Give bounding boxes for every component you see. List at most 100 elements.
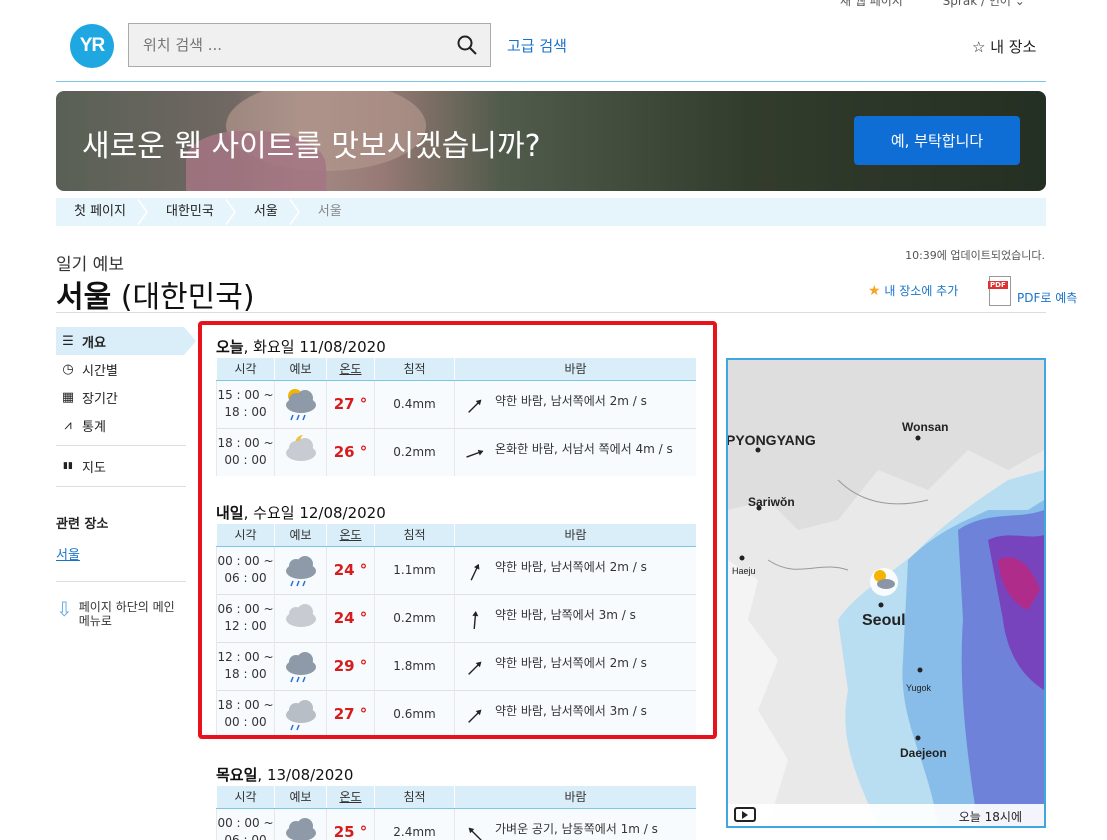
wind-arrow-icon [468, 661, 482, 675]
map-icon: ▮▮ [63, 461, 73, 471]
wind-cell: 약한 바람, 남서쪽에서 2m / s [454, 641, 696, 690]
statistics-icon: ⩘ [64, 417, 72, 433]
column-header: 침적 [374, 358, 455, 381]
time-cell: 15 : 00 ~18 : 00 [216, 380, 275, 428]
wind-cell: 가벼운 공기, 남동쪽에서 1m / s [454, 808, 696, 840]
wind-cell: 약한 바람, 남서쪽에서 2m / s [454, 380, 696, 428]
new-site-link[interactable]: 새 웹 페이지 [840, 0, 903, 8]
arrow-down-icon: ⇩ [56, 597, 73, 621]
sidenav-hourly[interactable]: ◷ 시간별 [56, 355, 186, 383]
pdf-icon [988, 276, 1011, 306]
try-new-site-button[interactable]: 예, 부탁합니다 [854, 116, 1020, 165]
cloud-rain-icon [274, 546, 327, 594]
header-divider [56, 81, 1046, 82]
list-icon: ☰ [62, 333, 74, 349]
wind-cell: 약한 바람, 남쪽에서 3m / s [454, 593, 696, 642]
wind-cell: 온화한 바람, 서남서 쪽에서 4m / s [454, 427, 696, 476]
moon-cloud-icon [274, 427, 327, 476]
forecast-table: 시각 예보 온도 침적 바람 00 : 00 ~06 : 00 24 ° 1.1mm 약… [216, 524, 696, 738]
precipitation-cell: 0.2mm [374, 427, 455, 476]
map-label-yugok: Yugok [906, 683, 932, 693]
map-label-seoul: Seoul [862, 612, 906, 629]
column-header[interactable]: 온도 [326, 358, 375, 381]
wind-arrow-icon [466, 450, 484, 458]
wind-arrow-icon [468, 399, 482, 413]
column-header: 시각 [216, 786, 275, 809]
temperature-cell: 24 ° [326, 546, 375, 594]
day-heading: 목요일, 13/08/2020 [216, 766, 354, 784]
breadcrumb-current: 서울 [317, 204, 342, 219]
map-label-wonsan: Wonsan [902, 420, 949, 434]
column-header: 시각 [216, 358, 275, 381]
breadcrumb: 첫 페이지 대한민국 서울 서울 [56, 198, 1046, 226]
forecast-row: 06 : 00 ~12 : 00 24 ° 0.2mm 약한 바람, 남쪽에서 … [216, 593, 696, 642]
column-header: 예보 [274, 524, 327, 547]
map-label-haeju: Haeju [732, 566, 756, 576]
updated-time: 10:39에 업데이트되었습니다. [905, 249, 1045, 262]
temperature-cell: 27 ° [326, 380, 375, 428]
breadcrumb-country[interactable]: 대한민국 [148, 198, 236, 226]
column-header: 바람 [454, 786, 696, 809]
column-header[interactable]: 온도 [326, 786, 375, 809]
sidenav-statistics[interactable]: ⩘ 통계 [56, 411, 186, 439]
column-header: 침적 [374, 786, 455, 809]
wind-arrow-icon [470, 563, 480, 581]
weather-map[interactable]: PYONGYANG Wonsan Sariwŏn Haeju Seoul Yug… [726, 358, 1046, 828]
pdf-forecast-link[interactable]: PDF로 예측 [988, 276, 1077, 306]
temperature-cell: 29 ° [326, 641, 375, 690]
star-icon: ★ [868, 283, 881, 299]
column-header: 예보 [274, 786, 327, 809]
temperature-cell: 26 ° [326, 427, 375, 476]
side-navigation: ☰ 개요 ◷ 시간별 ▦ 장기간 ⩘ 통계 ▮▮ 지도 관련 장소 서울 ⇩ 페이지 하단의… [56, 327, 196, 628]
calendar-icon: ▦ [61, 389, 75, 405]
wind-arrow-icon [472, 611, 479, 630]
temperature-cell: 27 ° [326, 689, 375, 738]
breadcrumb-home[interactable]: 첫 페이지 [56, 198, 148, 226]
add-place-label: 내 장소에 추가 [884, 284, 959, 298]
forecast-table: 시각예보온도침적바람 00 : 00 ~06 : 00 25 ° 2.4mm 가… [216, 786, 696, 840]
forecast-tables: 오늘, 화요일 11/08/2020 시각 예보 온도 침적 바람 15 : 00 ~18… [216, 336, 696, 840]
time-cell: 18 : 00 ~00 : 00 [216, 689, 275, 738]
my-places-link[interactable]: ☆ 내 장소 [972, 36, 1036, 57]
search-input[interactable] [129, 24, 429, 66]
column-header: 예보 [274, 358, 327, 381]
page-title: 서울 (대한민국) [56, 272, 255, 316]
search-icon[interactable] [456, 34, 478, 56]
related-place-link[interactable]: 서울 [56, 544, 186, 563]
language-link[interactable]: Språk / 언어 ⌄ [943, 0, 1025, 8]
top-links: 새 웹 페이지 Språk / 언어 ⌄ [840, 0, 1061, 9]
map-label-pyongyang: PYONGYANG [726, 432, 816, 448]
forecast-row: 18 : 00 ~00 : 00 27 ° 0.6mm 약한 바람, 남서쪽에서… [216, 689, 696, 738]
play-icon[interactable] [734, 807, 756, 822]
map-graphic [728, 360, 1044, 826]
time-cell: 18 : 00 ~00 : 00 [216, 427, 275, 476]
precipitation-cell: 1.1mm [374, 546, 455, 594]
forecast-row: 18 : 00 ~00 : 00 26 ° 0.2mm 온화한 바람, 서남서 … [216, 427, 696, 476]
time-cell: 12 : 00 ~18 : 00 [216, 641, 275, 690]
precipitation-cell: 0.6mm [374, 689, 455, 738]
forecast-row: 12 : 00 ~18 : 00 29 ° 1.8mm 약한 바람, 남서쪽에서… [216, 641, 696, 690]
map-time-label: 오늘 18시에 [958, 810, 1022, 824]
search-box [128, 23, 491, 67]
cloud-rain-icon [274, 808, 327, 840]
related-places-heading: 관련 장소 [56, 517, 109, 532]
add-to-my-places[interactable]: ★ 내 장소에 추가 [868, 282, 958, 299]
column-header[interactable]: 온도 [326, 524, 375, 547]
sidenav-overview[interactable]: ☰ 개요 [56, 327, 196, 355]
breadcrumb-region[interactable]: 서울 [236, 198, 300, 226]
forecast-row: 00 : 00 ~06 : 00 24 ° 1.1mm 약한 바람, 남서쪽에서… [216, 546, 696, 594]
wind-cell: 약한 바람, 남서쪽에서 3m / s [454, 689, 696, 738]
advanced-search-link[interactable]: 고급 검색 [507, 35, 567, 56]
back-to-main-menu[interactable]: ⇩ 페이지 하단의 메인 메뉴로 [56, 597, 186, 628]
forecast-row: 00 : 00 ~06 : 00 25 ° 2.4mm 가벼운 공기, 남동쪽에… [216, 808, 696, 840]
yr-logo[interactable]: YR [70, 24, 114, 68]
forecast-row: 15 : 00 ~18 : 00 27 ° 0.4mm 약한 바람, 남서쪽에서… [216, 380, 696, 428]
precipitation-cell: 2.4mm [374, 808, 455, 840]
sidenav-map[interactable]: ▮▮ 지도 [56, 452, 186, 480]
wind-arrow-icon [468, 827, 482, 840]
title-city: 서울 [56, 280, 112, 315]
title-country: (대한민국) [120, 280, 255, 315]
day-heading: 내일, 수요일 12/08/2020 [216, 504, 386, 522]
sidenav-long-term[interactable]: ▦ 장기간 [56, 383, 186, 411]
day-heading: 오늘, 화요일 11/08/2020 [216, 338, 386, 356]
